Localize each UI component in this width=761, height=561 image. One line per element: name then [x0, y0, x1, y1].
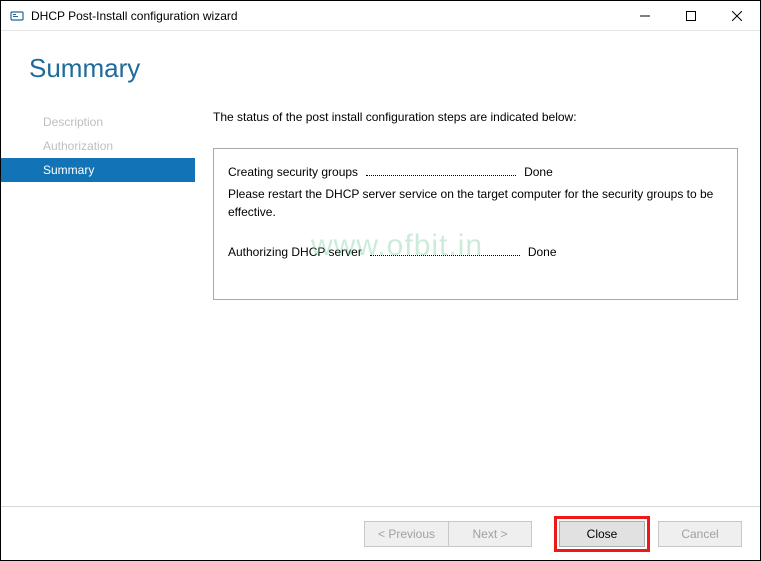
titlebar: DHCP Post-Install configuration wizard	[1, 1, 760, 31]
close-button[interactable]: Close	[559, 521, 645, 547]
app-icon	[9, 8, 25, 24]
cancel-button: Cancel	[658, 521, 742, 547]
next-button: Next >	[448, 521, 532, 547]
dotted-leader	[366, 175, 516, 176]
window-controls	[622, 1, 760, 30]
content-area: The status of the post install configura…	[195, 106, 760, 506]
status-label: Authorizing DHCP server	[228, 243, 362, 261]
close-button-highlight: Close	[554, 516, 650, 552]
nav-button-pair: < Previous Next >	[364, 521, 532, 547]
status-row-authorize: Authorizing DHCP server Done	[228, 243, 723, 261]
status-row-security-groups: Creating security groups Done	[228, 163, 723, 181]
page-title: Summary	[29, 53, 760, 84]
window-close-button[interactable]	[714, 1, 760, 30]
previous-button: < Previous	[364, 521, 448, 547]
wizard-footer: < Previous Next > Close Cancel	[1, 506, 760, 560]
window-title: DHCP Post-Install configuration wizard	[31, 9, 622, 23]
minimize-button[interactable]	[622, 1, 668, 30]
wizard-body: Description Authorization Summary The st…	[1, 106, 760, 506]
status-box: Creating security groups Done Please res…	[213, 148, 738, 300]
intro-text: The status of the post install configura…	[213, 110, 738, 124]
status-result: Done	[524, 163, 553, 181]
wizard-header: Summary	[1, 31, 760, 106]
status-label: Creating security groups	[228, 163, 358, 181]
maximize-button[interactable]	[668, 1, 714, 30]
sidebar-item-summary[interactable]: Summary	[1, 158, 195, 182]
sidebar-item-description: Description	[1, 110, 195, 134]
sidebar-item-authorization: Authorization	[1, 134, 195, 158]
wizard-window: DHCP Post-Install configuration wizard S…	[0, 0, 761, 561]
sidebar: Description Authorization Summary	[1, 106, 195, 506]
dotted-leader	[370, 255, 520, 256]
status-result: Done	[528, 243, 557, 261]
status-note: Please restart the DHCP server service o…	[228, 185, 723, 221]
